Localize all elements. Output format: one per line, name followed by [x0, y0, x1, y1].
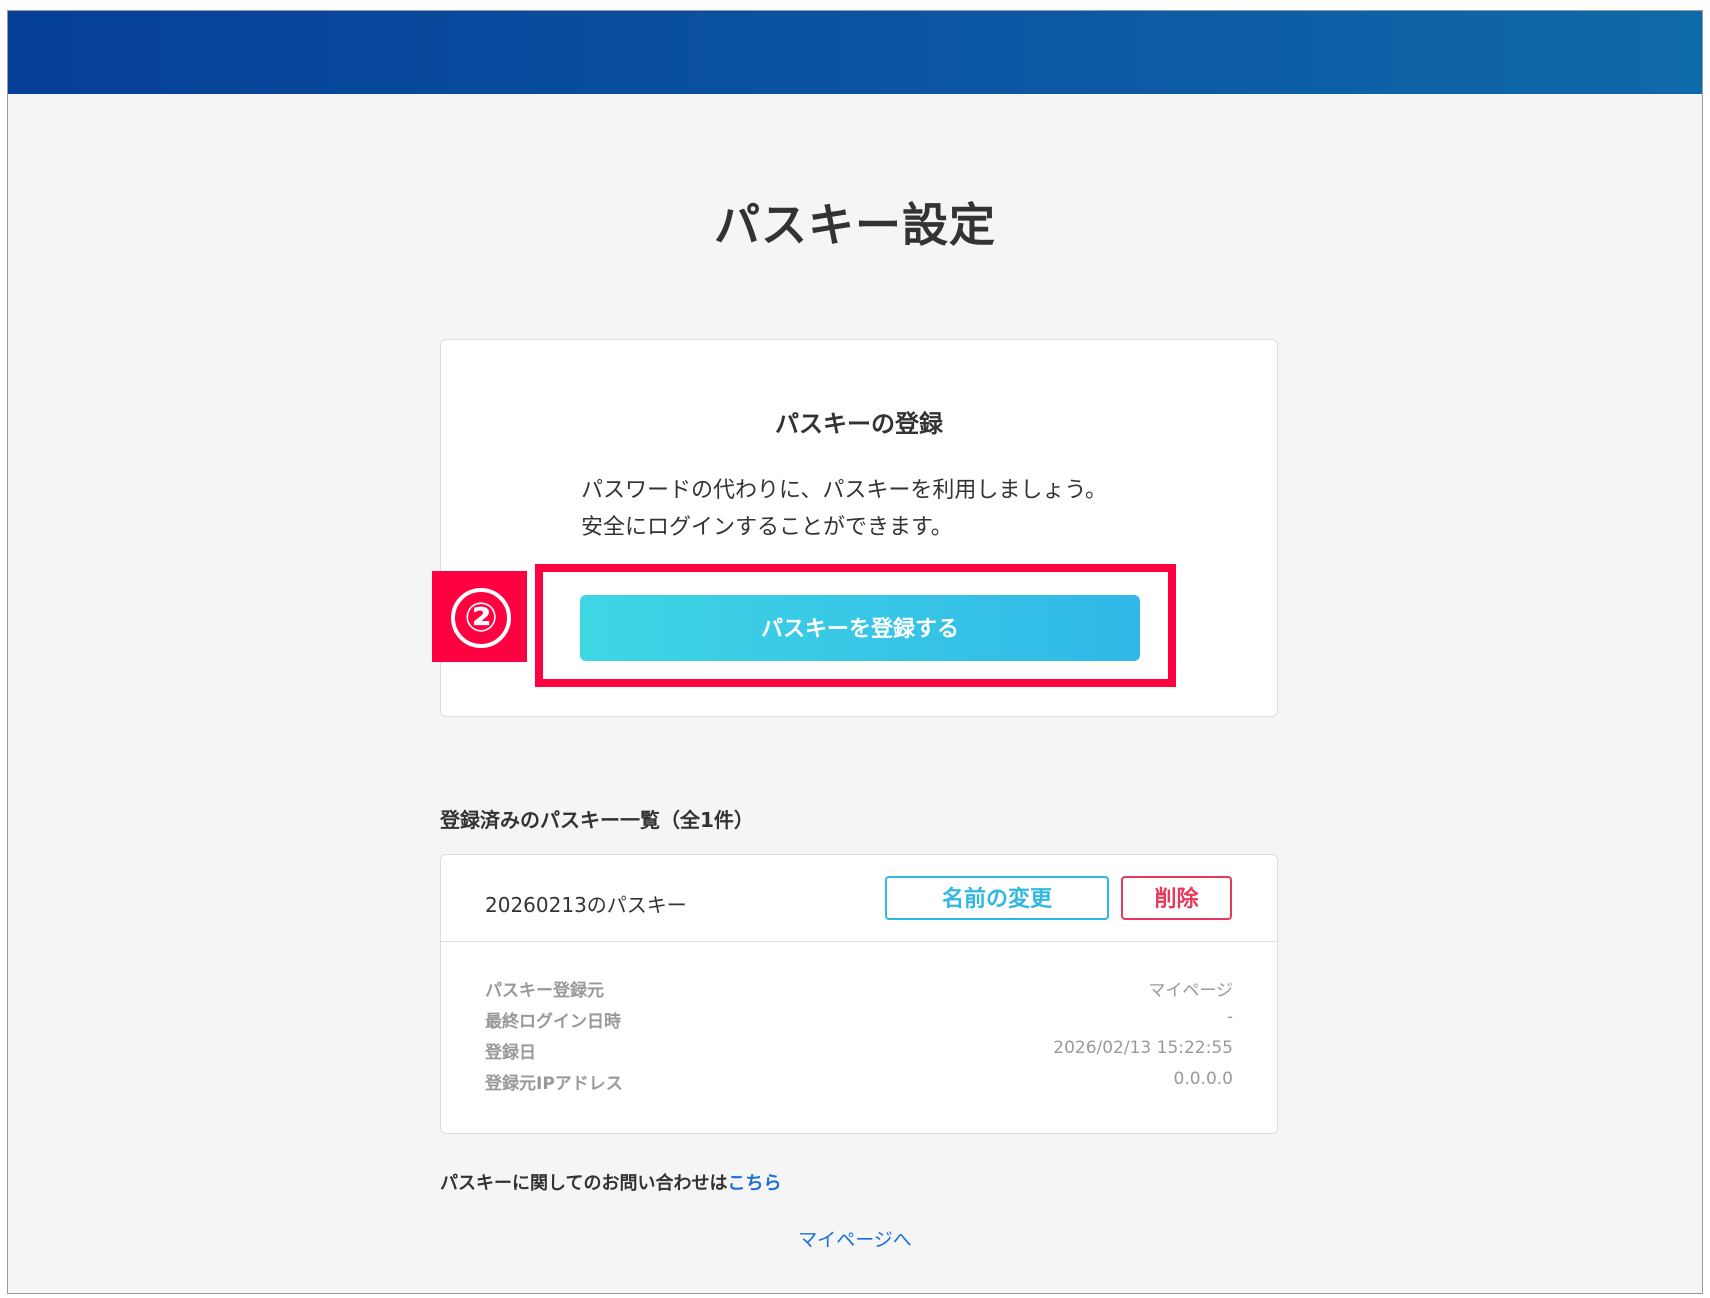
step-number: ② [451, 588, 511, 648]
detail-row-ip-address: 登録元IPアドレス 0.0.0.0 [485, 1069, 1233, 1094]
passkey-list-heading: 登録済みのパスキー一覧（全1件） [440, 808, 754, 832]
register-description-line: パスワードの代わりに、パスキーを利用しましょう。 [581, 478, 1108, 503]
detail-label: 最終ログイン日時 [485, 1012, 621, 1032]
mypage-link[interactable]: マイページへ [798, 1229, 912, 1251]
detail-value: 2026/02/13 15:22:55 [1053, 1038, 1233, 1058]
site-header-bar [8, 11, 1702, 94]
annotation-step-badge: ② [432, 571, 527, 662]
rename-button[interactable]: 名前の変更 [885, 876, 1109, 920]
annotation-highlight-box [535, 564, 1176, 687]
delete-button[interactable]: 削除 [1121, 876, 1232, 920]
inquiry-link[interactable]: こちら [727, 1173, 781, 1194]
detail-row-last-login: 最終ログイン日時 - [485, 1007, 1233, 1032]
detail-value: - [1226, 1007, 1233, 1027]
register-description-line: 安全にログインすることができます。 [581, 515, 953, 540]
passkey-list-item: 20260213のパスキー 名前の変更 削除 パスキー登録元 マイページ 最終ロ… [440, 854, 1278, 1134]
detail-label: 登録日 [485, 1043, 536, 1063]
register-section-title: パスキーの登録 [775, 410, 943, 438]
mypage-link-row: マイページへ [8, 1225, 1702, 1252]
detail-row-registration-source: パスキー登録元 マイページ [485, 976, 1233, 1001]
detail-value: マイページ [1148, 981, 1233, 1001]
detail-value: 0.0.0.0 [1173, 1069, 1233, 1089]
inquiry-label: パスキーに関してのお問い合わせは [440, 1173, 728, 1194]
page-title: パスキー設定 [714, 198, 996, 252]
detail-label: パスキー登録元 [485, 981, 604, 1001]
detail-label: 登録元IPアドレス [485, 1074, 623, 1094]
register-description: パスワードの代わりに、パスキーを利用しましょう。 安全にログインすることができま… [581, 472, 1107, 546]
detail-row-registered-date: 登録日 2026/02/13 15:22:55 [485, 1038, 1233, 1063]
card-divider [441, 941, 1277, 942]
inquiry-text: パスキーに関してのお問い合わせはこちら [440, 1169, 781, 1195]
passkey-name: 20260213のパスキー [485, 893, 687, 917]
